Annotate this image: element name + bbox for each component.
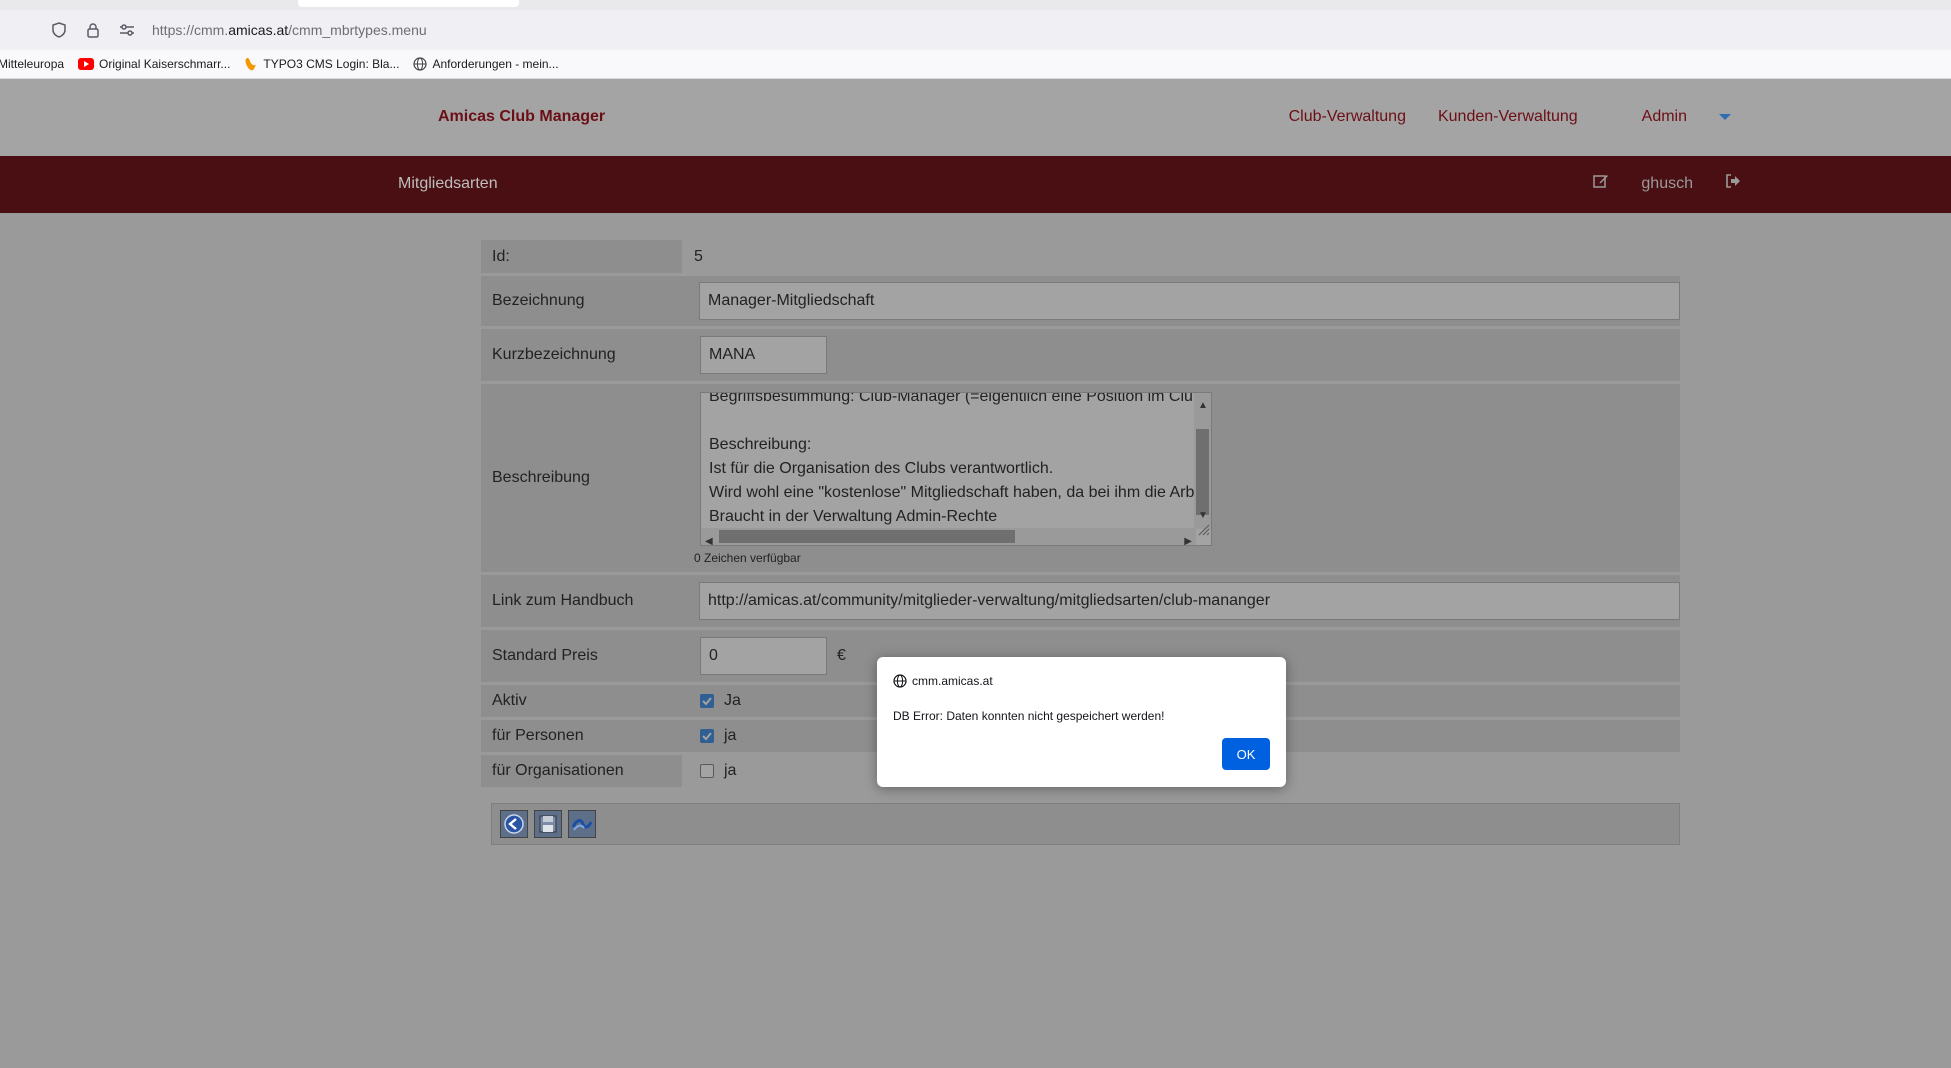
row-beschreibung: Beschreibung Begriffsbestimmung: Club-Ma… [481,384,1680,572]
handbuch-link-input[interactable]: http://amicas.at/community/mitglieder-ve… [699,582,1680,620]
bookmark-mitteleuropa[interactable]: Mitteleuropa [0,57,64,71]
user-area: ghusch [1593,173,1741,194]
back-button[interactable] [500,810,528,838]
edit-icon[interactable] [1593,173,1609,194]
url-text[interactable]: https://cmm.amicas.at/cmm_mbrtypes.menu [152,22,427,38]
preis-input[interactable]: 0 [700,637,827,675]
scroll-left-icon[interactable]: ◀ [705,530,713,545]
label-link: Link zum Handbuch [481,575,681,627]
nav-kunden-verwaltung[interactable]: Kunden-Verwaltung [1438,108,1578,126]
personen-text: ja [724,727,737,744]
back-arrow-icon [504,814,524,834]
kurzbezeichnung-input[interactable]: MANA [700,336,827,374]
personen-checkbox[interactable] [700,729,714,743]
scroll-right-icon[interactable]: ▶ [1184,530,1192,545]
organisationen-text: ja [724,762,737,779]
form-toolbar [491,803,1680,845]
alert-dialog: cmm.amicas.at DB Error: Daten konnten ni… [877,657,1286,787]
caret-down-icon [1719,113,1731,120]
browser-urlbar: https://cmm.amicas.at/cmm_mbrtypes.menu [0,10,1951,50]
bookmark-typo3[interactable]: TYPO3 CMS Login: Bla... [244,57,399,71]
nav-admin-label: Admin [1641,108,1687,125]
page-title: Mitgliedsarten [398,175,498,192]
reload-button[interactable] [568,810,596,838]
bezeichnung-input[interactable]: Manager-Mitgliedschaft [699,282,1680,320]
wave-icon [571,819,593,831]
nav-admin[interactable]: Admin [1610,108,1731,126]
youtube-icon [78,58,95,70]
globe-icon [413,57,428,71]
scroll-up-icon[interactable]: ▲ [1198,394,1208,418]
organisationen-checkbox[interactable] [700,764,714,778]
ok-button[interactable]: OK [1222,738,1270,770]
value-id: 5 [694,247,703,265]
label-id: Id: [481,240,682,273]
beschreibung-textarea[interactable]: Begriffsbestimmung: Club-Manager (=eigen… [700,391,1212,546]
label-personen: für Personen [481,720,682,752]
beschreibung-text: Begriffsbestimmung: Club-Manager (=eigen… [709,391,1212,525]
active-tab[interactable] [298,0,519,7]
aktiv-checkbox[interactable] [700,694,714,708]
label-organisationen: für Organisationen [481,755,682,787]
browser-tabstrip [0,0,1951,10]
bookmark-kaiserschmarrn[interactable]: Original Kaiserschmarr... [78,57,230,71]
row-id: Id: 5 [481,240,1680,273]
label-bezeichnung: Bezeichnung [481,276,681,326]
shield-icon[interactable] [48,19,70,41]
dialog-origin-text: cmm.amicas.at [912,674,993,688]
brand-title[interactable]: Amicas Club Manager [438,108,605,126]
label-aktiv: Aktiv [481,685,682,717]
save-disk-icon [539,815,557,833]
textarea-horizontal-scrollbar[interactable]: ◀ ▶ [701,527,1196,545]
label-kurzbezeichnung: Kurzbezeichnung [481,329,682,381]
page-subbar: Mitgliedsarten ghusch [0,156,1951,213]
bookmarks-bar: Mitteleuropa Original Kaiserschmarr... T… [0,50,1951,79]
textarea-vertical-scrollbar[interactable]: ▲ ▼ [1194,392,1211,529]
vertical-scroll-thumb[interactable] [1196,428,1209,515]
app-header: Amicas Club Manager Club-Verwaltung Kund… [0,79,1951,156]
currency-symbol: € [837,647,846,664]
nav-club-verwaltung[interactable]: Club-Verwaltung [1289,108,1406,126]
save-button[interactable] [534,810,562,838]
lock-icon[interactable] [82,19,104,41]
horizontal-scroll-thumb[interactable] [719,529,1015,543]
globe-icon [893,674,907,688]
row-bezeichnung: Bezeichnung Manager-Mitgliedschaft [481,276,1680,326]
resize-grip-icon[interactable] [1196,520,1210,544]
label-beschreibung: Beschreibung [481,384,682,572]
url-field[interactable]: https://cmm.amicas.at/cmm_mbrtypes.menu [36,14,1951,46]
aktiv-text: Ja [724,692,741,709]
bookmark-anforderungen[interactable]: Anforderungen - mein... [413,57,559,71]
label-preis: Standard Preis [481,630,682,682]
char-counter: 0 Zeichen verfügbar [694,550,801,565]
main-nav: Club-Verwaltung Kunden-Verwaltung Admin [1257,108,1731,126]
username[interactable]: ghusch [1641,175,1693,193]
row-link: Link zum Handbuch http://amicas.at/commu… [481,575,1680,627]
logout-icon[interactable] [1725,173,1741,194]
permissions-icon[interactable] [116,19,138,41]
typo3-icon [244,57,258,71]
row-kurzbezeichnung: Kurzbezeichnung MANA [481,329,1680,381]
dialog-message: DB Error: Daten konnten nicht gespeicher… [893,709,1165,723]
dialog-origin: cmm.amicas.at [893,674,993,688]
